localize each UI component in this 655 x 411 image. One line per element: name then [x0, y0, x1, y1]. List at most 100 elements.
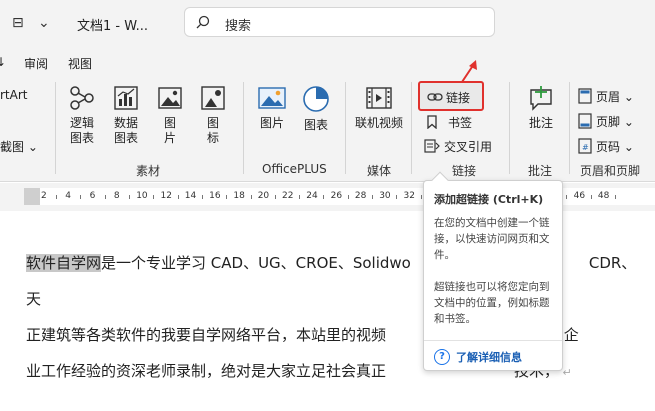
- ruler-tick: [226, 195, 228, 199]
- ruler-number: 26: [330, 191, 343, 201]
- logic-chart-button[interactable]: 逻辑 图表: [64, 84, 100, 146]
- tooltip-body-1: 在您的文档中创建一个链接，以快速访问网页和文件。: [434, 217, 550, 261]
- cross-reference-button[interactable]: 交叉引用: [424, 135, 492, 157]
- officeplus-group-label: OfficePLUS: [262, 162, 327, 176]
- ruler-number: 28: [354, 191, 367, 201]
- ruler-number: 30: [379, 191, 391, 201]
- icon-material-button[interactable]: 图标: [198, 84, 228, 146]
- logic-chart-label: 逻辑 图表: [69, 116, 94, 145]
- ruler-number: 16: [209, 191, 221, 201]
- screenshot-button[interactable]: 截图 ⌄: [0, 138, 38, 155]
- document-title: 文档1 - W...: [77, 19, 148, 34]
- ruler-tick: [104, 195, 106, 199]
- header-label: 页眉 ⌄: [596, 89, 634, 104]
- ruler-tick: [566, 195, 568, 199]
- group-separator: [345, 82, 346, 174]
- materials-group-label: 素材: [136, 164, 161, 178]
- link-icon: [427, 93, 443, 101]
- help-icon: ?: [434, 349, 450, 365]
- hyperlink-tooltip: 添加超链接 (Ctrl+K) 在您的文档中创建一个链接，以快速访问网页和文件。 …: [423, 171, 563, 371]
- data-chart-label: 数据 图表: [113, 116, 138, 145]
- group-separator: [243, 82, 244, 174]
- tooltip-title: 添加超链接 (Ctrl+K): [434, 193, 544, 206]
- ribbon: rtArt 截图 ⌄ 逻辑 图表 数据 图表 图片 图 标 素材 图片 图表 O…: [0, 76, 655, 182]
- officeplus-picture-button[interactable]: 图片: [254, 84, 290, 131]
- comment-button[interactable]: 批注: [521, 84, 561, 131]
- data-chart-button[interactable]: 数据 图表: [108, 84, 144, 146]
- footer-label: 页脚 ⌄: [596, 114, 634, 129]
- icon-icon: [201, 86, 225, 110]
- ruler-tick: [80, 195, 82, 199]
- data-chart-icon: [114, 86, 138, 110]
- menu-item-view[interactable]: 视图: [68, 55, 92, 72]
- picture-icon: [158, 87, 182, 109]
- header-button[interactable]: 页眉 ⌄: [578, 85, 634, 107]
- group-separator: [569, 82, 570, 174]
- icon-material-label: 图标: [206, 116, 219, 145]
- learn-more-label: 了解详细信息: [456, 351, 522, 364]
- link-label: 链接: [446, 91, 471, 105]
- ruler-number: 6: [89, 191, 96, 201]
- online-video-button[interactable]: 联机视频: [353, 84, 405, 131]
- menu-item-review[interactable]: 审阅: [24, 55, 48, 72]
- search-box[interactable]: 搜索: [184, 7, 495, 37]
- line3-text: 业工作经验的资深老师录制，绝对是大家立足社会真正: [26, 362, 387, 380]
- ruler-number: 32: [403, 191, 415, 201]
- ruler-left-margin[interactable]: [24, 188, 40, 205]
- logic-chart-icon: [70, 86, 94, 110]
- title-bar: ⊟ ⌄ 文档1 - W... 搜索: [0, 0, 655, 46]
- annotation-arrow-icon: [461, 60, 477, 83]
- menu-item-partial[interactable]: ↓: [0, 55, 6, 69]
- footer-icon: [578, 113, 592, 129]
- ruler-tick: [347, 195, 349, 199]
- ruler-tick: [372, 195, 374, 199]
- ruler-tick: [274, 195, 276, 199]
- ruler-tick: [323, 195, 325, 199]
- ruler-number: 48: [597, 191, 610, 201]
- comments-group-label: 批注: [528, 164, 553, 178]
- ruler-number: 8: [113, 191, 120, 201]
- officeplus-chart-button[interactable]: 图表: [299, 84, 333, 133]
- cross-reference-icon: [424, 139, 440, 153]
- quick-access-chevron-icon[interactable]: ⌄: [38, 15, 50, 31]
- learn-more-link[interactable]: ? 了解详细信息: [434, 349, 522, 365]
- ruler-tick: [250, 195, 252, 199]
- ruler-tick: [396, 195, 398, 199]
- tooltip-body-2: 超链接也可以将您定向到文档中的位置，例如标题和书签。: [434, 281, 550, 325]
- selected-text[interactable]: 软件自学网: [26, 254, 102, 272]
- page-number-icon: #: [578, 138, 592, 154]
- bookmark-icon: [427, 115, 437, 129]
- ruler-number: 22: [282, 191, 294, 201]
- pie-chart-icon: [303, 86, 329, 112]
- ruler-tick: [56, 195, 58, 199]
- group-separator: [55, 82, 56, 174]
- header-footer-group-label: 页眉和页脚: [580, 164, 641, 178]
- ruler-tick: [129, 195, 131, 199]
- ruler-number: 2: [41, 191, 47, 201]
- ruler-number: 46: [573, 191, 586, 201]
- page-number-button[interactable]: # 页码 ⌄: [578, 135, 634, 157]
- search-icon: [196, 15, 210, 29]
- ruler-tick: [299, 195, 301, 199]
- page-number-label: 页码 ⌄: [596, 139, 634, 154]
- cross-reference-label: 交叉引用: [444, 139, 493, 154]
- group-separator: [509, 82, 510, 174]
- officeplus-picture-label: 图片: [259, 116, 284, 130]
- ruler-number: 18: [233, 191, 245, 201]
- online-video-label: 联机视频: [354, 116, 403, 130]
- menu-bar: ↓ 审阅 视图: [0, 46, 655, 76]
- footer-button[interactable]: 页脚 ⌄: [578, 110, 634, 132]
- ruler-tick: [201, 195, 203, 199]
- ruler-number: 20: [257, 191, 270, 201]
- ruler-tick: [615, 195, 617, 199]
- picture-material-button[interactable]: 图片: [155, 84, 185, 146]
- ruler-number: 10: [136, 191, 148, 201]
- save-icon[interactable]: ⊟: [12, 15, 24, 31]
- link-button[interactable]: 链接: [418, 81, 484, 111]
- officeplus-picture-icon: [258, 87, 286, 109]
- ruler-tick: [177, 195, 179, 199]
- bookmark-button[interactable]: 书签: [426, 111, 472, 133]
- comment-icon: [530, 86, 552, 111]
- bookmark-label: 书签: [448, 115, 473, 130]
- smartart-button[interactable]: rtArt: [0, 88, 28, 102]
